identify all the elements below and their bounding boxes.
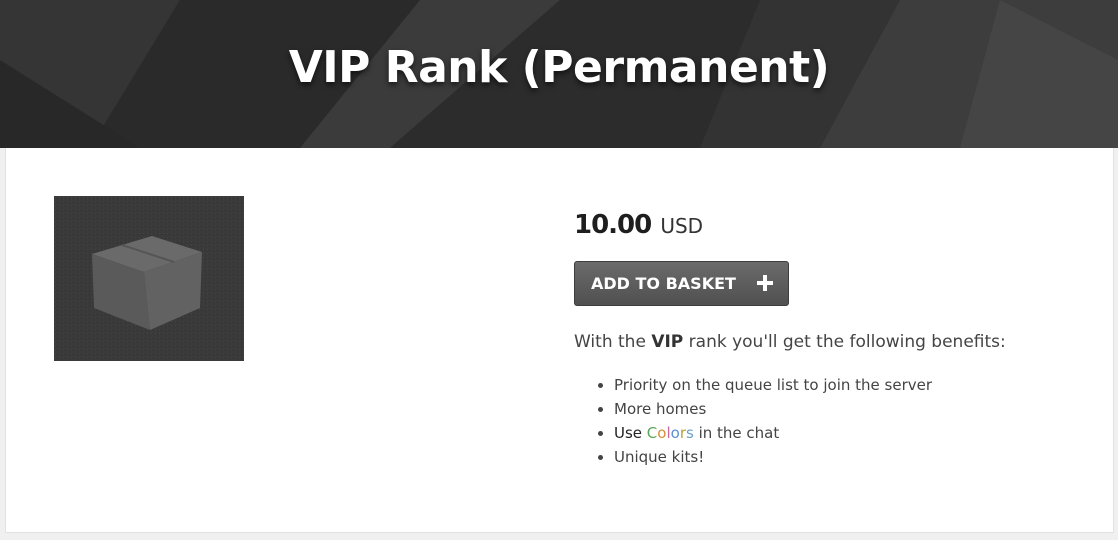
list-item: More homes [614,397,932,421]
product-card: 10.00 USD ADD TO BASKET With the VIP ran… [5,148,1114,533]
add-to-basket-button[interactable]: ADD TO BASKET [574,261,789,306]
list-item: Priority on the queue list to join the s… [614,373,932,397]
plus-icon [757,275,773,291]
price: 10.00 USD [574,210,703,240]
add-to-basket-label: ADD TO BASKET [591,274,736,293]
benefits-list: Priority on the queue list to join the s… [574,373,932,469]
product-description: With the VIP rank you'll get the followi… [574,332,1006,352]
colored-word: Colors [646,424,694,442]
list-item: Unique kits! [614,445,932,469]
rank-name: VIP [651,332,684,352]
list-item: Use Colors in the chat [614,421,932,445]
page-header: VIP Rank (Permanent) [0,0,1118,148]
price-currency: USD [660,214,704,238]
product-image [54,196,244,361]
cardboard-box-icon [54,196,244,361]
page-title: VIP Rank (Permanent) [288,42,830,93]
price-amount: 10.00 [574,210,652,240]
